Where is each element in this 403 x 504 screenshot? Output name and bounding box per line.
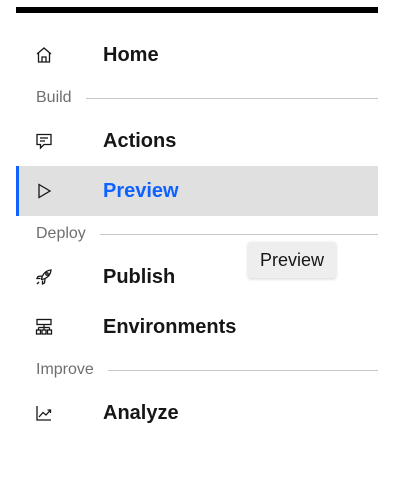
section-improve: Improve: [16, 352, 378, 388]
section-divider: [85, 97, 378, 99]
top-bar: [16, 7, 378, 13]
section-build: Build: [16, 80, 378, 116]
section-label: Improve: [36, 361, 94, 378]
nav-item-label: Actions: [103, 129, 177, 152]
section-label: Deploy: [36, 225, 86, 242]
nav-item-label: Analyze: [103, 401, 179, 424]
nav-item-preview[interactable]: Preview: [16, 166, 378, 216]
section-divider: [107, 369, 378, 371]
nav-item-label: Environments: [103, 315, 237, 338]
home-icon: [34, 45, 54, 65]
analytics-icon: [34, 403, 54, 423]
section-label: Build: [36, 89, 72, 106]
nav-item-label: Publish: [103, 265, 176, 288]
nav-item-analyze[interactable]: Analyze: [16, 388, 378, 438]
nav-item-environments[interactable]: Environments: [16, 302, 378, 352]
network-icon: [34, 317, 54, 337]
chat-icon: [34, 131, 54, 151]
play-outline-icon: [34, 181, 54, 201]
nav-item-home[interactable]: Home: [16, 30, 378, 80]
section-divider: [99, 233, 378, 235]
side-nav: Home Build Actions Preview Deploy Publis…: [16, 30, 378, 438]
nav-item-actions[interactable]: Actions: [16, 116, 378, 166]
nav-item-label: Preview: [103, 179, 179, 202]
nav-item-label: Home: [103, 43, 159, 66]
rocket-icon: [34, 267, 54, 287]
preview-tooltip: Preview: [248, 242, 337, 278]
